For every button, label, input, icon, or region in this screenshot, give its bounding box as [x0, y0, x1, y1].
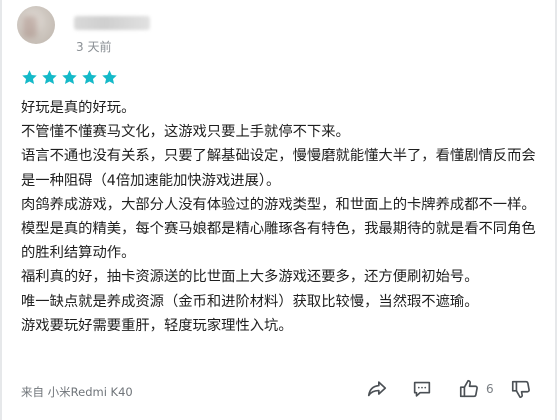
- review-footer: 来自 小米Redmi K40 6: [2, 372, 555, 410]
- review-text: 好玩是真的好玩。 不管懂不懂赛马文化，这游戏只要上手就停不下来。 语言不通也没有…: [21, 96, 546, 338]
- comment-button[interactable]: [411, 378, 433, 400]
- user-avatar[interactable]: [17, 6, 55, 44]
- thumbs-up-icon: [459, 379, 478, 398]
- review-paragraph: 语言不通也没有关系，只要了解基础设定，慢慢磨就能懂大半了，看懂剧情反而会是一种阻…: [21, 148, 536, 189]
- star-icon: [62, 70, 77, 85]
- like-count: 6: [486, 382, 494, 396]
- username-redacted[interactable]: [74, 16, 150, 30]
- share-icon: [367, 381, 387, 397]
- like-button[interactable]: 6: [458, 378, 494, 400]
- star-icon: [22, 70, 37, 85]
- review-paragraph: 唯一缺点就是养成资源（金币和进阶材料）获取比较慢，当然瑕不遮瑜。: [21, 293, 479, 310]
- share-button[interactable]: [366, 378, 388, 400]
- device-source: 来自 小米Redmi K40: [21, 385, 133, 399]
- star-icon: [102, 70, 117, 85]
- star-icon: [42, 70, 57, 85]
- review-paragraph: 肉鸽养成游戏，大部分人没有体验过的游戏类型，和世面上的卡牌养成都不一样。: [21, 196, 536, 213]
- review-paragraph: 福利真的好，抽卡资源送的比世面上大多游戏还要多，还方便刷初始号。: [21, 269, 479, 286]
- review-card: 3 天前 好玩是真的好玩。 不管懂不懂赛马文化，这游戏只要上手就停不下来。 语言…: [0, 0, 557, 420]
- review-paragraph: 好玩是真的好玩。: [21, 100, 136, 116]
- dislike-button[interactable]: [510, 378, 532, 400]
- review-paragraph: 游戏要玩好需要重肝，轻度玩家理性入坑。: [21, 317, 293, 334]
- rating-stars: [21, 69, 118, 86]
- review-paragraph: 不管懂不懂赛马文化，这游戏只要上手就停不下来。: [21, 124, 350, 141]
- star-icon: [82, 70, 97, 85]
- thumbs-down-icon: [511, 380, 530, 399]
- post-time: 3 天前: [76, 40, 112, 54]
- comment-icon: [413, 381, 431, 397]
- review-paragraph: 模型是真的精美，每个赛马娘都是精心雕琢各有特色，我最期待的就是看不同角色的胜利结…: [21, 221, 536, 262]
